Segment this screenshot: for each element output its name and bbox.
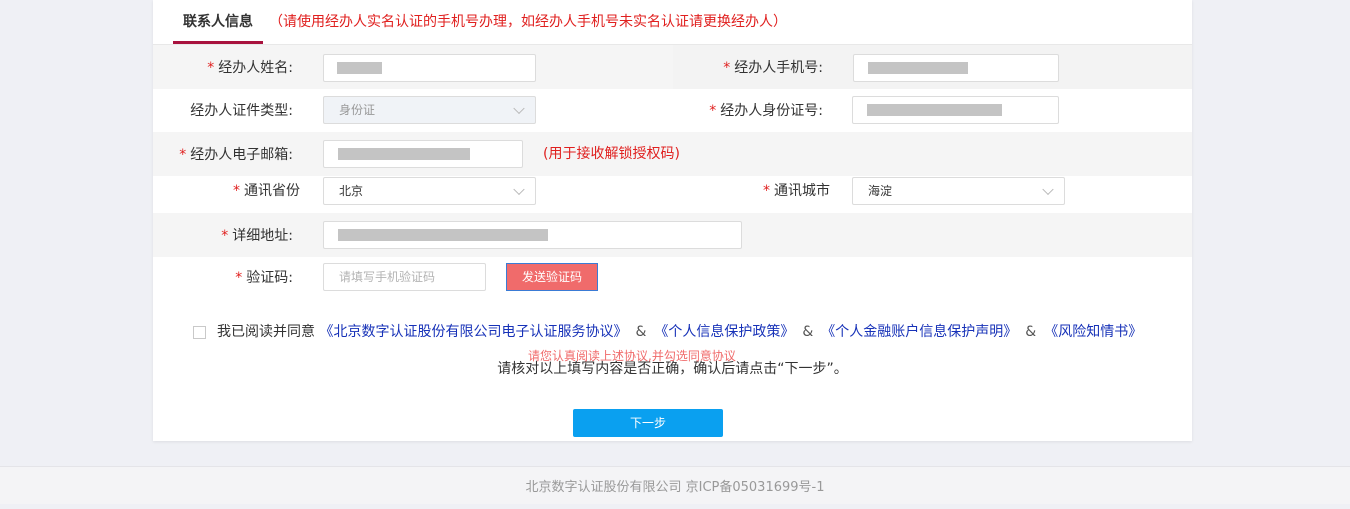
- link-service-agreement[interactable]: 《北京数字认证股份有限公司电子认证服务协议》: [319, 324, 627, 340]
- redacted-value: [338, 148, 470, 160]
- address-input[interactable]: [323, 221, 742, 249]
- tab-bar: 联系人信息 （请使用经办人实名认证的手机号办理，如经办人手机号未实名认证请更换经…: [153, 0, 1192, 45]
- redacted-value: [867, 104, 1002, 116]
- agree-prefix: 我已阅读并同意: [217, 324, 315, 340]
- row-address: * 详细地址:: [153, 213, 1192, 257]
- tab-contact-info[interactable]: 联系人信息: [173, 0, 263, 44]
- id-type-label: 经办人证件类型:: [190, 103, 293, 119]
- send-code-button[interactable]: 发送验证码: [506, 263, 598, 291]
- name-input[interactable]: [323, 54, 536, 82]
- email-input[interactable]: [323, 140, 523, 168]
- redacted-value: [868, 62, 968, 74]
- link-financial-statement[interactable]: 《个人金融账户信息保护声明》: [821, 324, 1017, 340]
- redacted-value: [338, 229, 548, 241]
- form-card: 联系人信息 （请使用经办人实名认证的手机号办理，如经办人手机号未实名认证请更换经…: [153, 0, 1192, 441]
- redacted-value: [337, 62, 382, 74]
- city-select[interactable]: 海淀: [852, 177, 1065, 205]
- agree-checkbox[interactable]: [193, 326, 206, 339]
- phone-label: * 经办人手机号:: [723, 60, 823, 76]
- row-name-phone: * 经办人姓名: * 经办人手机号:: [153, 45, 1192, 89]
- row-email: * 经办人电子邮箱: (用于接收解锁授权码): [153, 132, 1192, 176]
- province-select[interactable]: 北京: [323, 177, 536, 205]
- chevron-down-icon: [513, 183, 525, 196]
- province-label: * 通讯省份: [233, 183, 300, 199]
- phone-input[interactable]: [853, 54, 1059, 82]
- next-step-button[interactable]: 下一步: [573, 409, 723, 437]
- code-input[interactable]: 请填写手机验证码: [323, 263, 486, 291]
- link-privacy-policy[interactable]: 《个人信息保护政策》: [654, 324, 794, 340]
- email-note: (用于接收解锁授权码): [543, 146, 680, 162]
- chevron-down-icon: [1042, 183, 1054, 196]
- id-number-input[interactable]: [852, 96, 1059, 124]
- footer: 北京数字认证股份有限公司 京ICP备05031699号-1: [0, 466, 1350, 504]
- email-label: * 经办人电子邮箱:: [179, 147, 293, 163]
- row-id: 经办人证件类型: 身份证 * 经办人身份证号:: [153, 89, 1192, 132]
- city-label: * 通讯城市: [763, 183, 830, 199]
- id-number-label: * 经办人身份证号:: [709, 103, 823, 119]
- id-type-select[interactable]: 身份证: [323, 96, 536, 124]
- code-label: * 验证码:: [235, 270, 293, 286]
- row-region: * 通讯省份 北京 * 通讯城市 海淀: [153, 176, 1192, 213]
- link-risk-notice[interactable]: 《风险知情书》: [1044, 324, 1142, 340]
- address-label: * 详细地址:: [221, 228, 293, 244]
- tab-notice: （请使用经办人实名认证的手机号办理，如经办人手机号未实名认证请更换经办人）: [269, 14, 787, 30]
- chevron-down-icon: [513, 102, 525, 115]
- name-label: * 经办人姓名:: [207, 60, 293, 76]
- confirm-text: 请核对以上填写内容是否正确，确认后请点击“下一步”。: [497, 361, 848, 377]
